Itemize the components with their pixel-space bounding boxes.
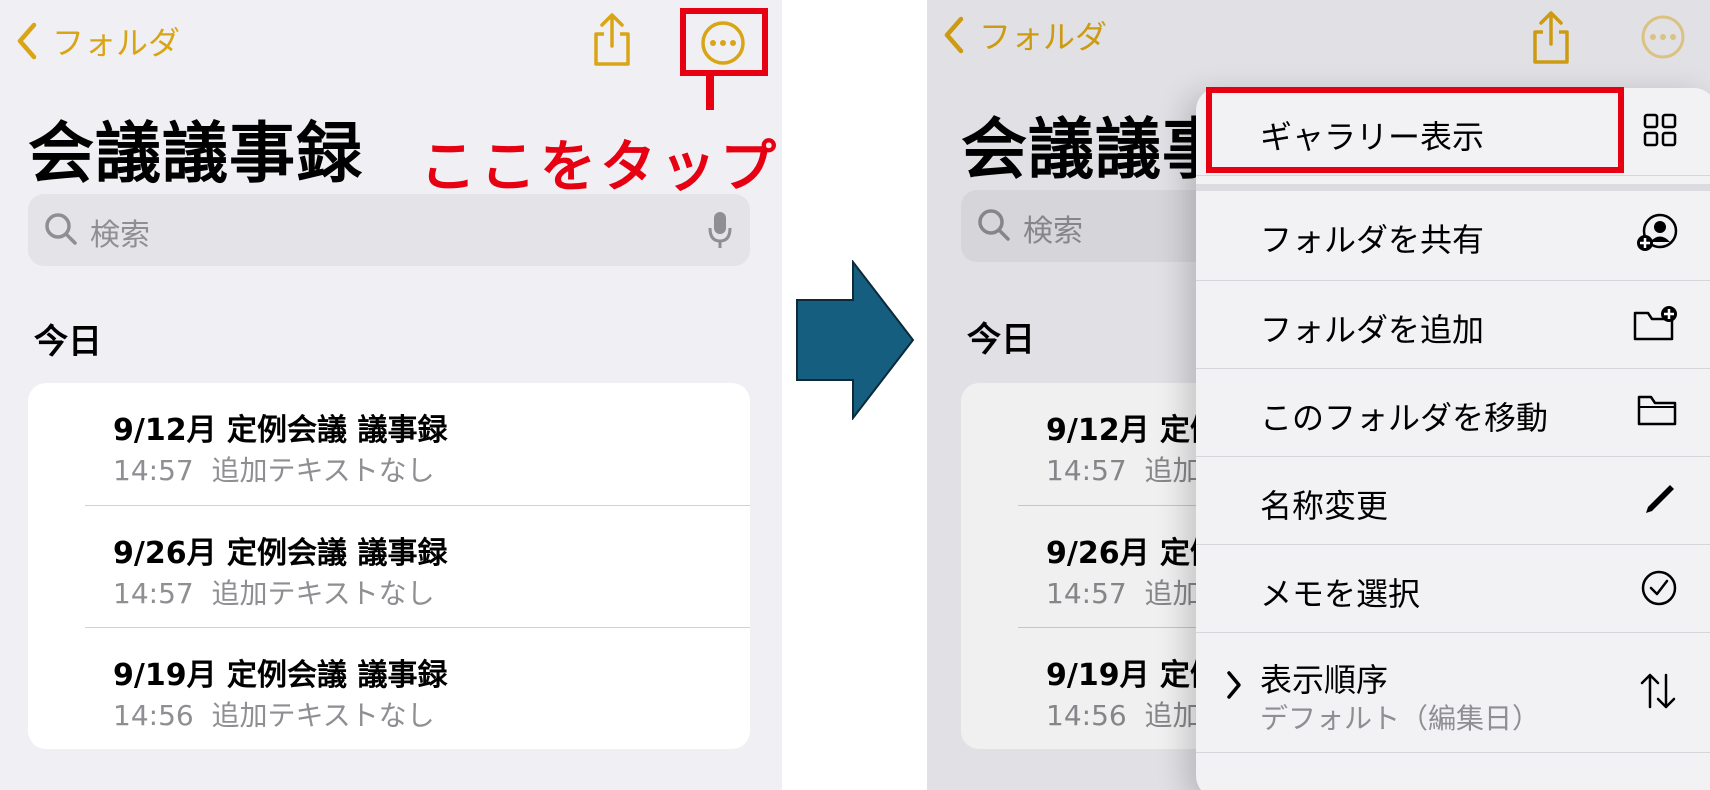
left-screen: フォルダ ここをタップ 会議議事録 検索 今日 9/12月 定例会議 議事録 1… — [0, 0, 782, 790]
note-title: 9/12月 定例会議 議事録 — [113, 413, 448, 448]
back-button[interactable]: フォルダ — [16, 18, 180, 64]
note-time: 14:56 — [113, 699, 194, 732]
menu-item-label: フォルダを追加 — [1260, 311, 1485, 349]
back-label: フォルダ — [52, 24, 181, 62]
note-preview: 追加テキストなし — [211, 699, 435, 732]
menu-item-label: 名称変更 — [1260, 487, 1389, 525]
note-row[interactable]: 9/19月 定例会議 議事録 14:56 追加テキストなし — [85, 627, 750, 749]
pencil-icon — [1646, 485, 1674, 513]
note-row[interactable]: 9/12月 定例会議 議事録 14:57 追加テキストなし — [85, 383, 750, 505]
page-title: 会議議事録 — [28, 115, 363, 192]
folder-icon — [1637, 395, 1677, 426]
note-subtitle: 14:57 追加テキストなし — [113, 449, 435, 489]
menu-item-label: メモを選択 — [1260, 575, 1421, 613]
notes-list: 9/12月 定例会議 議事録 14:57 追加テキストなし 9/26月 定例会議… — [28, 383, 750, 749]
chevron-left-icon — [17, 22, 37, 60]
menu-item-share-folder[interactable]: フォルダを共有 — [1196, 184, 1710, 281]
menu-item-rename[interactable]: 名称変更 — [1196, 457, 1710, 545]
note-preview: 追加テキストなし — [211, 577, 435, 610]
transition-arrow-icon — [796, 260, 915, 420]
grid-icon — [1643, 113, 1677, 147]
menu-item-add-folder[interactable]: フォルダを追加 — [1196, 281, 1710, 369]
note-time: 14:57 — [113, 454, 194, 487]
menu-item-label: このフォルダを移動 — [1260, 399, 1549, 437]
menu-item-label: フォルダを共有 — [1260, 221, 1485, 259]
menu-item-sort-order[interactable]: 表示順序 デフォルト（編集日） — [1196, 633, 1710, 753]
checkmark-circle-icon — [1641, 570, 1677, 606]
context-menu: ギャラリー表示 フォルダを共有 フォルダを追加 このフォルダを移動 名称変更 メ… — [1196, 88, 1710, 790]
menu-item-move-folder[interactable]: このフォルダを移動 — [1196, 369, 1710, 457]
share-icon[interactable] — [592, 12, 632, 68]
search-placeholder: 検索 — [90, 218, 150, 253]
note-subtitle: 14:57 追加テキストなし — [113, 572, 435, 612]
annotation-line — [706, 76, 714, 110]
sort-arrows-icon — [1640, 673, 1676, 709]
right-screen: フォルダ 会議議事 検索 今日 9/12月 定例 14:57 追加テ 9/26月… — [927, 0, 1710, 790]
note-subtitle: 14:56 追加テキストなし — [113, 694, 435, 734]
note-title: 9/19月 定例会議 議事録 — [113, 658, 448, 693]
menu-item-label: 表示順序 — [1260, 661, 1389, 699]
note-title: 9/26月 定例会議 議事録 — [113, 536, 448, 571]
chevron-right-icon — [1227, 671, 1241, 699]
search-field[interactable]: 検索 — [28, 194, 750, 266]
microphone-icon[interactable] — [708, 210, 732, 250]
share-person-icon — [1637, 213, 1678, 251]
highlight-box — [680, 8, 768, 76]
menu-item-select-notes[interactable]: メモを選択 — [1196, 545, 1710, 633]
search-icon — [45, 213, 77, 245]
folder-add-icon — [1633, 306, 1677, 341]
note-row[interactable]: 9/26月 定例会議 議事録 14:57 追加テキストなし — [85, 505, 750, 627]
section-header: 今日 — [34, 322, 102, 362]
highlight-box — [1206, 87, 1624, 173]
note-time: 14:57 — [113, 577, 194, 610]
annotation-text: ここをタップ — [420, 135, 780, 200]
note-preview: 追加テキストなし — [211, 454, 435, 487]
menu-item-sublabel: デフォルト（編集日） — [1260, 702, 1541, 735]
